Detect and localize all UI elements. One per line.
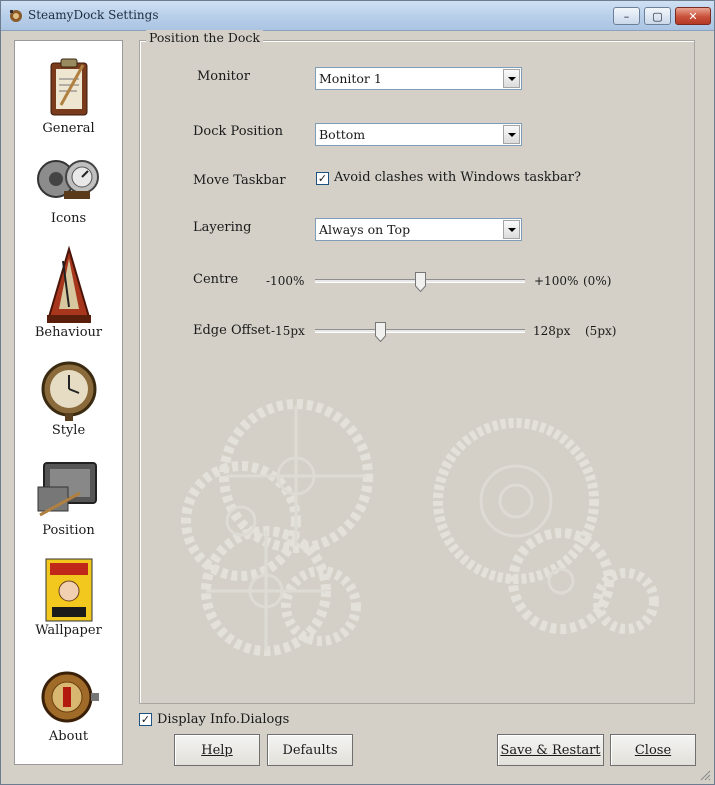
sidebar-item-style[interactable]: Style	[15, 357, 122, 438]
sidebar-item-label: Position	[42, 523, 95, 538]
sidebar-item-about[interactable]: About	[15, 667, 122, 744]
sidebar-item-label: Style	[51, 423, 86, 438]
dock-position-dropdown-value: Bottom	[319, 127, 366, 142]
centre-max-label: +100%	[534, 274, 579, 288]
sidebar-item-label: About	[48, 729, 89, 744]
steamydock-app-icon	[10, 10, 22, 22]
sidebar-item-wallpaper[interactable]: Wallpaper	[15, 557, 122, 638]
close-button[interactable]: Close	[610, 734, 696, 766]
monitor-dropdown[interactable]: Monitor 1	[315, 67, 522, 90]
sidebar-item-label: Behaviour	[34, 325, 103, 340]
move-taskbar-label: Move Taskbar	[193, 173, 286, 188]
layering-dropdown[interactable]: Always on Top	[315, 218, 522, 241]
sidebar-item-position[interactable]: Position	[15, 457, 122, 538]
minimize-button[interactable]: –	[613, 7, 640, 25]
edge-offset-current-value: (5px)	[585, 324, 617, 338]
edge-offset-slider-track[interactable]	[315, 329, 525, 333]
centre-current-value: (0%)	[583, 274, 612, 288]
monitor-dropdown-value: Monitor 1	[319, 71, 382, 86]
centre-min-label: -100%	[266, 274, 305, 288]
sidebar-item-label: Icons	[50, 211, 87, 226]
title-bar[interactable]: SteamyDock Settings – ▢ ✕	[1, 1, 714, 31]
chevron-down-icon[interactable]	[503, 69, 520, 88]
defaults-button-label: Defaults	[282, 742, 338, 758]
layering-label: Layering	[193, 220, 252, 235]
avoid-clashes-checkbox[interactable]: ✓	[316, 172, 329, 185]
save-restart-button[interactable]: Save & Restart	[497, 734, 604, 766]
sidebar-item-icons[interactable]: Icons	[15, 149, 122, 226]
sidebar-item-label: General	[42, 121, 95, 136]
close-window-button[interactable]: ✕	[675, 7, 711, 25]
maximize-button[interactable]: ▢	[644, 7, 671, 25]
gear-pocket-watch-icon	[36, 160, 99, 199]
window-title: SteamyDock Settings	[28, 8, 159, 22]
edge-offset-min-label: -15px	[271, 324, 305, 338]
edge-offset-max-label: 128px	[533, 324, 571, 338]
clipboard-quill-icon	[50, 58, 87, 116]
dock-position-dropdown[interactable]: Bottom	[315, 123, 522, 146]
group-title: Position the Dock	[146, 30, 263, 45]
dock-position-label: Dock Position	[193, 124, 283, 139]
help-button[interactable]: Help	[174, 734, 260, 766]
centre-label: Centre	[193, 272, 239, 287]
defaults-button[interactable]: Defaults	[267, 734, 353, 766]
chevron-down-icon[interactable]	[503, 125, 520, 144]
edge-offset-slider-thumb[interactable]	[375, 322, 386, 342]
poster-icon	[45, 558, 92, 622]
display-info-dialogs-label: Display Info.Dialogs	[157, 712, 290, 727]
metronome-icon	[46, 245, 91, 323]
edge-offset-label: Edge Offset	[193, 323, 271, 338]
sidebar-item-general[interactable]: General	[15, 55, 122, 136]
avoid-clashes-label: Avoid clashes with Windows taskbar?	[334, 170, 581, 185]
brass-dial-icon	[41, 671, 99, 723]
category-sidebar: General Icons Behaviour Style Position W…	[14, 40, 123, 765]
sidebar-item-label: Wallpaper	[35, 623, 102, 638]
sidebar-item-behaviour[interactable]: Behaviour	[15, 245, 122, 340]
close-button-label: Close	[634, 742, 672, 758]
layering-dropdown-value: Always on Top	[319, 222, 411, 237]
monitor-icon	[37, 462, 97, 517]
gears-watermark-icon	[181, 399, 659, 656]
save-restart-button-label: Save & Restart	[500, 742, 601, 758]
clock-icon	[41, 361, 96, 421]
chevron-down-icon[interactable]	[503, 220, 520, 239]
centre-slider-thumb[interactable]	[415, 272, 426, 292]
resize-grip-icon[interactable]	[699, 769, 711, 781]
settings-window: SteamyDock Settings – ▢ ✕ General Icons …	[0, 0, 715, 785]
help-button-label: Help	[201, 742, 233, 758]
display-info-dialogs-checkbox[interactable]: ✓	[139, 713, 152, 726]
monitor-label: Monitor	[197, 69, 250, 84]
